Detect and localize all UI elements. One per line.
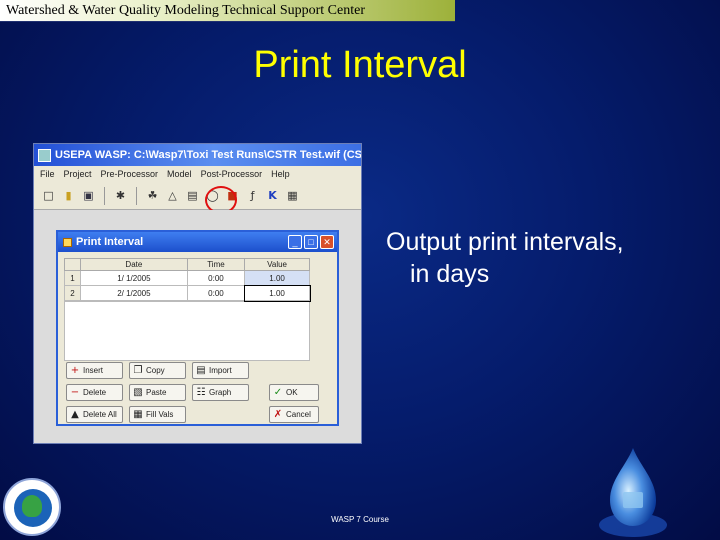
bullet-line-2: in days (410, 260, 490, 288)
button-row-2: − Delete ▧ Paste ☷ Graph ✓ OK (66, 384, 319, 401)
seal-flower-icon (22, 495, 42, 517)
table-row: 2 2/ 1/2005 0:00 1.00 (64, 284, 311, 302)
toolbar-separator (136, 186, 137, 205)
bullet-text: Output print intervals, in days (386, 226, 706, 290)
value-cell[interactable]: 1.00 (243, 284, 311, 302)
header-title: Watershed & Water Quality Modeling Techn… (6, 3, 365, 18)
grid-empty-area (64, 301, 310, 361)
drop-shape (610, 448, 656, 526)
app-title-bar: USEPA WASP: C:\Wasp7\Toxi Test Runs\CSTR… (34, 144, 361, 166)
new-icon[interactable]: □ (40, 187, 57, 204)
copy-button[interactable]: ❐ Copy (129, 362, 186, 379)
open-icon[interactable]: ▮ (60, 187, 77, 204)
row-number: 2 (64, 285, 81, 301)
graph-icon: ☷ (196, 387, 206, 398)
delete-all-label: Delete All (83, 410, 117, 419)
save-icon[interactable]: ▣ (80, 187, 97, 204)
paste-icon: ▧ (133, 387, 143, 398)
app-screenshot: USEPA WASP: C:\Wasp7\Toxi Test Runs\CSTR… (33, 143, 362, 444)
menu-postprocessor[interactable]: Post-Processor (201, 169, 263, 179)
row-number: 1 (64, 270, 81, 286)
menu-model[interactable]: Model (167, 169, 192, 179)
network-icon[interactable]: ✱ (112, 187, 129, 204)
insert-label: Insert (83, 366, 104, 375)
import-button[interactable]: ▤ Import (192, 362, 249, 379)
fill-values-label: Fill Vals (146, 410, 174, 419)
app-title: USEPA WASP: C:\Wasp7\Toxi Test Runs\CSTR… (55, 149, 361, 161)
menu-preprocessor[interactable]: Pre-Processor (101, 169, 159, 179)
date-cell[interactable]: 1/ 1/2005 (80, 270, 188, 286)
column-header[interactable]: Time (186, 258, 246, 271)
delete-all-button[interactable]: ▲ Delete All (66, 406, 123, 423)
import-icon: ▤ (196, 365, 206, 376)
minus-icon: − (70, 387, 80, 398)
graph-button[interactable]: ☷ Graph (192, 384, 249, 401)
cancel-label: Cancel (286, 410, 311, 419)
menu-help[interactable]: Help (271, 169, 290, 179)
dialog-icon (63, 237, 72, 247)
paste-button[interactable]: ▧ Paste (129, 384, 186, 401)
fill-values-button[interactable]: ▦ Fill Vals (129, 406, 186, 423)
app-icon (38, 148, 51, 162)
table-row: 1 1/ 1/2005 0:00 1.00 (64, 270, 310, 286)
copy-label: Copy (146, 366, 165, 375)
minimize-icon[interactable]: _ (288, 235, 302, 249)
menu-file[interactable]: File (40, 169, 55, 179)
date-cell[interactable]: 2/ 1/2005 (80, 285, 188, 301)
close-icon[interactable]: ✕ (320, 235, 334, 249)
grid-header-row: Date Time Value (64, 258, 310, 271)
check-icon: ✓ (273, 387, 283, 398)
compile-icon[interactable]: △ (164, 187, 181, 204)
time-cell[interactable]: 0:00 (186, 285, 246, 301)
function-icon[interactable]: ƒ (244, 187, 261, 204)
button-spacer (192, 406, 249, 423)
value-cell[interactable]: 1.00 (244, 270, 310, 286)
plus-icon: + (70, 365, 80, 376)
column-header[interactable]: Date (80, 258, 188, 271)
insert-button[interactable]: + Insert (66, 362, 123, 379)
toolbar-separator (104, 186, 105, 205)
grid-corner (64, 258, 81, 271)
paste-label: Paste (146, 388, 167, 397)
print-interval-dialog: Print Interval _ □ ✕ Date Time Value 1 1… (56, 230, 339, 426)
menu-project[interactable]: Project (64, 169, 92, 179)
graph-label: Graph (209, 388, 232, 397)
toolbar: □ ▮ ▣ ✱ ☘ △ ▤ ◯ ■ ƒ K ▦ (34, 182, 361, 210)
slide-title: Print Interval (253, 44, 467, 86)
dialog-controls: _ □ ✕ (288, 235, 334, 249)
button-row-3: ▲ Delete All ▦ Fill Vals ✗ Cancel (66, 406, 319, 423)
ok-label: OK (286, 388, 298, 397)
run-icon[interactable]: ☘ (144, 187, 161, 204)
layout-icon[interactable]: ▦ (284, 187, 301, 204)
import-label: Import (209, 366, 232, 375)
menu-bar: File Project Pre-Processor Model Post-Pr… (34, 166, 361, 182)
ok-button[interactable]: ✓ OK (269, 384, 319, 401)
maximize-icon[interactable]: □ (304, 235, 318, 249)
header-bar: Watershed & Water Quality Modeling Techn… (0, 0, 455, 22)
cancel-button[interactable]: ✗ Cancel (269, 406, 319, 423)
x-icon: ✗ (273, 409, 283, 420)
interval-grid: Date Time Value 1 1/ 1/2005 0:00 1.00 2 … (64, 258, 311, 302)
epa-seal-logo (3, 478, 61, 536)
bullet-line-1: Output print intervals, (386, 228, 624, 256)
trash-icon: ▲ (71, 409, 79, 420)
water-drop-logo (599, 448, 667, 537)
delete-label: Delete (83, 388, 107, 397)
copy-icon: ❐ (133, 365, 143, 376)
fill-icon: ▦ (133, 409, 143, 420)
dialog-title: Print Interval (76, 236, 144, 248)
delete-button[interactable]: − Delete (66, 384, 123, 401)
time-cell[interactable]: 0:00 (186, 270, 246, 286)
column-header[interactable]: Value (244, 258, 310, 271)
button-row-1: + Insert ❐ Copy ▤ Import (66, 362, 249, 379)
footer-course: WASP 7 Course (331, 515, 389, 524)
k-icon[interactable]: K (264, 187, 281, 204)
drop-map (623, 492, 643, 508)
print-interval-icon[interactable]: ▤ (184, 187, 201, 204)
